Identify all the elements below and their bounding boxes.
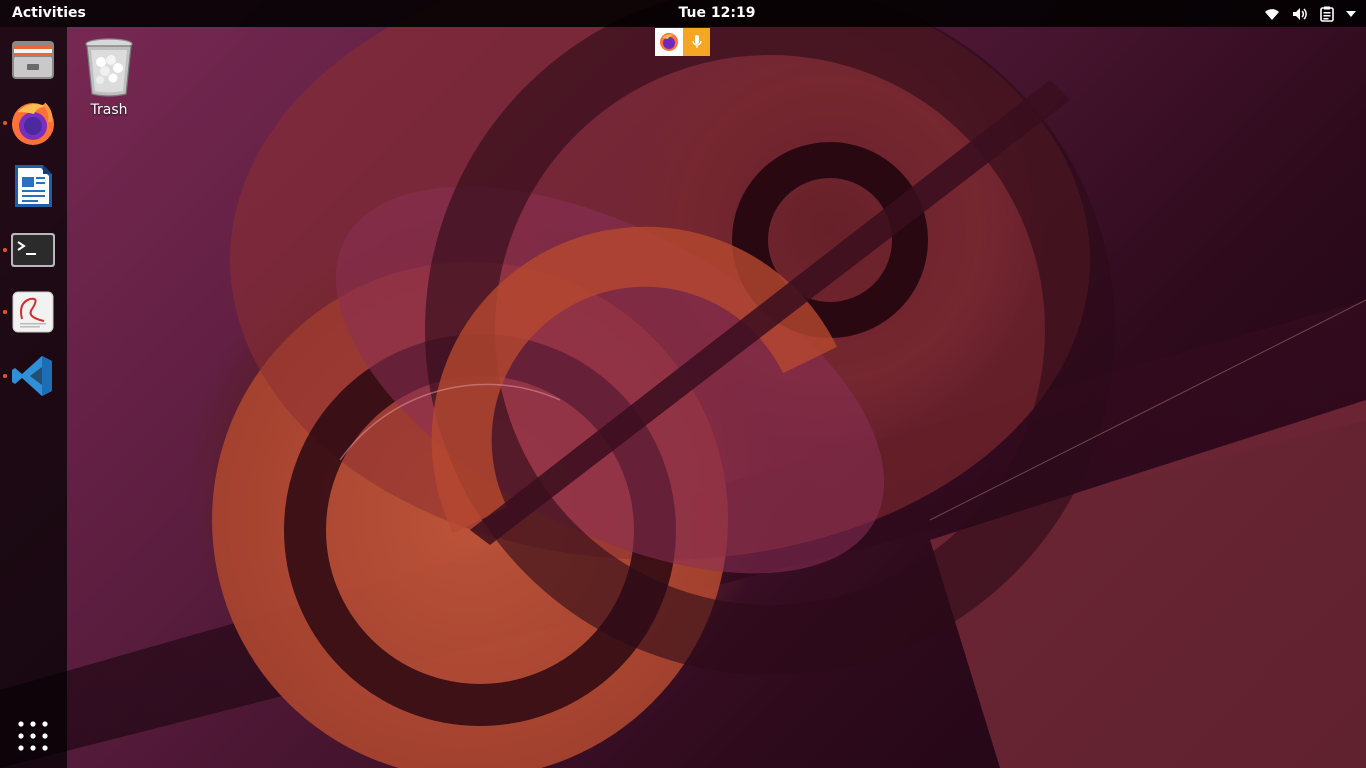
wallpaper (0, 0, 1366, 768)
dock-item-terminal[interactable] (0, 219, 67, 281)
firefox-icon (655, 28, 683, 56)
trash-icon (85, 38, 133, 97)
terminal-icon (11, 233, 55, 267)
running-indicator (3, 374, 7, 378)
dock-item-vscode[interactable] (0, 345, 67, 407)
app-grid-icon[interactable] (16, 719, 50, 753)
file-cabinet-icon (12, 41, 54, 79)
clock-button[interactable]: Tue 12:19 (658, 0, 776, 27)
volume-icon (1292, 7, 1308, 21)
desktop: Activities Tue 12:19 Trash (0, 0, 1366, 768)
desktop-icon-trash[interactable]: Trash (74, 36, 144, 122)
dock-item-libreoffice-writer[interactable] (0, 155, 67, 217)
wifi-icon (1264, 7, 1280, 21)
top-bar: Activities Tue 12:19 (0, 0, 1366, 27)
vscode-icon (12, 356, 52, 396)
dock-item-files[interactable] (0, 29, 67, 91)
document-icon (15, 165, 52, 207)
activities-button[interactable]: Activities (0, 0, 98, 27)
pdf-viewer-icon (12, 291, 54, 333)
dock (0, 27, 67, 768)
menu-arrow-icon (1346, 10, 1356, 18)
running-indicator (3, 248, 7, 252)
running-indicator (3, 310, 7, 314)
sharing-indicator[interactable] (655, 28, 710, 56)
system-tray[interactable] (1264, 0, 1356, 27)
firefox-icon (12, 102, 54, 145)
microphone-icon (683, 28, 710, 56)
dock-item-document-viewer[interactable] (0, 281, 67, 343)
clipboard-icon (1320, 6, 1334, 22)
running-indicator (3, 121, 7, 125)
desktop-icon-label: Trash (90, 102, 128, 118)
dock-item-firefox[interactable] (0, 92, 67, 154)
